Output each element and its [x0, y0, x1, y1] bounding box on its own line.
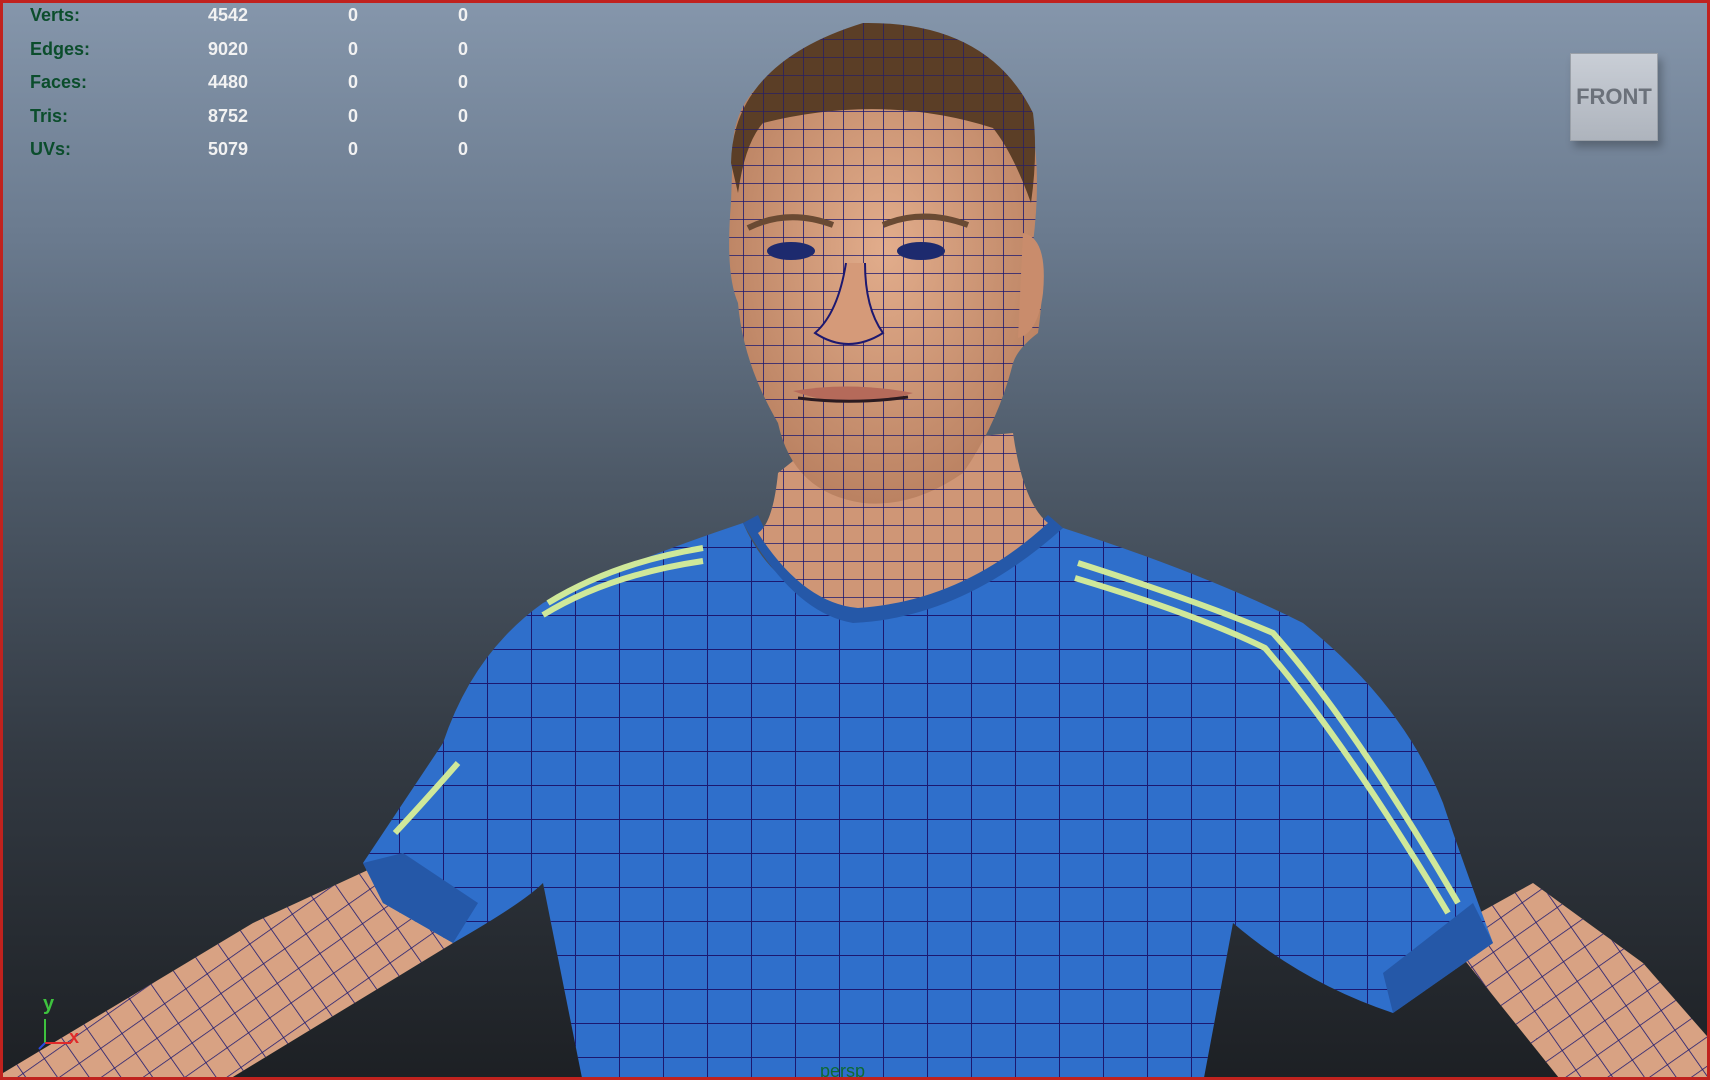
view-cube[interactable]: FRONT	[1570, 53, 1658, 141]
axis-gizmo: y x	[33, 993, 93, 1053]
axis-y-label: y	[43, 993, 55, 1015]
right-arm	[1443, 883, 1707, 1077]
hud-label: Verts:	[30, 5, 81, 25]
hud-value: 0	[457, 72, 468, 92]
camera-name-label: persp	[820, 1061, 866, 1080]
hud-label: Edges:	[30, 38, 91, 59]
hud-value: 0	[347, 72, 358, 92]
hud-value: 0	[347, 105, 358, 126]
hud-value: 0	[347, 5, 358, 25]
hud-label: Tris:	[30, 105, 69, 126]
hud-value: 5079	[207, 139, 248, 159]
hud-value: 0	[457, 139, 468, 159]
hud-value: 0	[457, 105, 468, 126]
axis-x-label: x	[69, 1027, 80, 1047]
hud-value: 8752	[207, 105, 248, 126]
character-model[interactable]	[3, 3, 1710, 1080]
hud-value: 0	[457, 5, 468, 25]
axis-lines	[38, 1019, 71, 1050]
maya-viewport[interactable]: Verts: 4542 0 0 Edges: 9020 0 0 Faces: 4…	[0, 0, 1710, 1080]
head	[729, 22, 1044, 504]
hud-label: UVs:	[30, 139, 72, 159]
hud-value: 9020	[207, 38, 248, 59]
hud-value: 0	[347, 139, 358, 159]
view-cube-face-label: FRONT	[1576, 84, 1652, 109]
hud-label: Faces:	[30, 72, 88, 92]
hud-value: 0	[347, 38, 358, 59]
hud-value: 4480	[207, 72, 248, 92]
shirt	[363, 515, 1493, 1077]
hud-value: 0	[457, 38, 468, 59]
hud-value: 4542	[207, 5, 248, 25]
